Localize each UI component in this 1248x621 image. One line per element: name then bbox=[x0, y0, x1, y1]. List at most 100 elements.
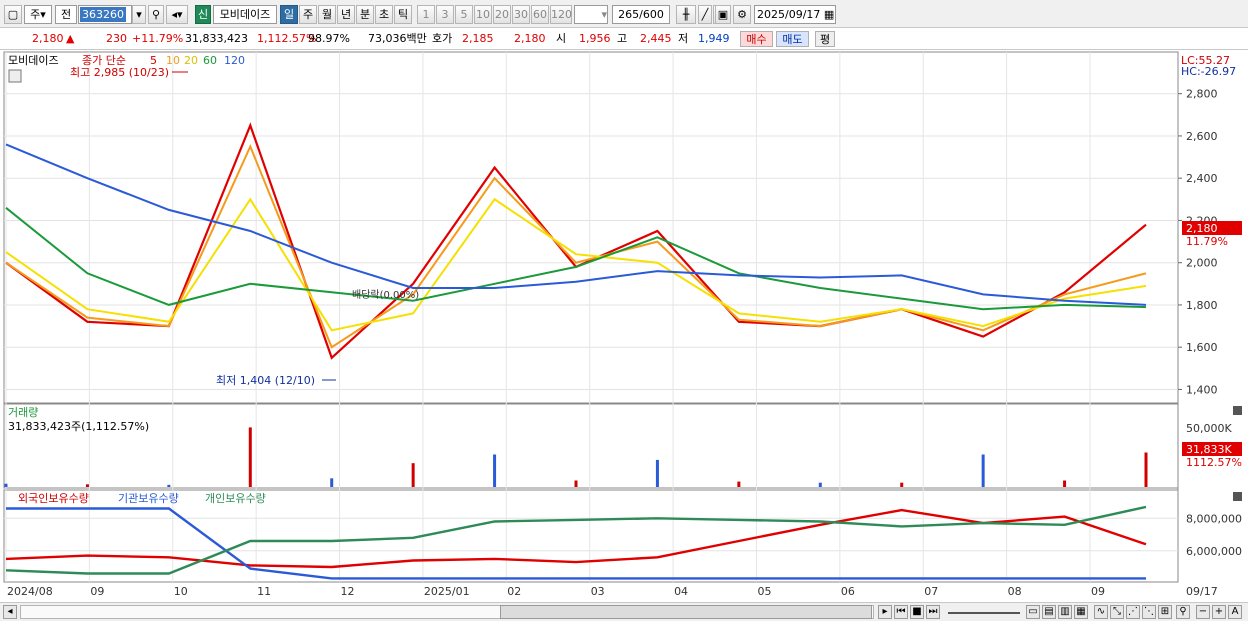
x-axis-label: 09 bbox=[90, 585, 104, 598]
search-icon[interactable]: ⚲ bbox=[148, 5, 164, 24]
trade-amount: 73,036백만 bbox=[368, 32, 427, 45]
x-axis-labels: 2024/08 09 10 11 12 2025/01 02 03 04 05 06 07 08 09 09… bbox=[7, 585, 1218, 598]
volume-info: 31,833,423주(1,112.57%) bbox=[8, 420, 149, 433]
x-axis-label: 10 bbox=[174, 585, 188, 598]
grid-toggle-icon[interactable]: ⊞ bbox=[1158, 605, 1172, 619]
price-panel-title: 모비데이즈 bbox=[8, 54, 59, 67]
interval-3-button[interactable]: 3 bbox=[436, 5, 454, 24]
table-icon[interactable] bbox=[8, 69, 22, 83]
open-price: 1,956 bbox=[579, 32, 611, 45]
low-price: 1,949 bbox=[698, 32, 730, 45]
volume-bar bbox=[900, 482, 904, 487]
draw-tool-icon[interactable]: ∿ bbox=[1094, 605, 1108, 619]
interval-120-button[interactable]: 120 bbox=[550, 5, 572, 24]
scope-select[interactable]: 전 bbox=[55, 5, 77, 24]
avg-button[interactable]: 평 bbox=[815, 31, 835, 47]
chart-svg[interactable]: 2,8002,6002,4002,2002,0001,8001,6001,400… bbox=[0, 50, 1248, 602]
layout-icon-4[interactable]: ▦ bbox=[1074, 605, 1088, 619]
zoom-icon[interactable]: ⚲ bbox=[1176, 605, 1190, 619]
low-annotation: 최저 1,404 (12/10) bbox=[216, 374, 315, 387]
fit-icon[interactable]: ⋱ bbox=[1142, 605, 1156, 619]
interval-20-button[interactable]: 20 bbox=[493, 5, 511, 24]
layout-icon-2[interactable]: ▤ bbox=[1042, 605, 1056, 619]
window-icon[interactable]: ▢ bbox=[4, 5, 22, 24]
scroll-right-icon[interactable]: ▸ bbox=[878, 605, 892, 619]
period-minute-button[interactable]: 분 bbox=[356, 5, 374, 24]
high-annotation: 최고 2,985 (10/23) bbox=[70, 66, 169, 79]
candle-icon[interactable]: ╫ bbox=[676, 5, 696, 24]
period-tick-button[interactable]: 틱 bbox=[394, 5, 412, 24]
chevron-down-icon[interactable]: ▾ bbox=[132, 5, 146, 24]
x-axis-label: 08 bbox=[1008, 585, 1022, 598]
period-second-button[interactable]: 초 bbox=[375, 5, 393, 24]
holding-legend-foreign: 외국인보유수량 bbox=[18, 492, 89, 505]
sell-button[interactable]: 매도 bbox=[776, 31, 809, 47]
stop-icon[interactable]: ■ bbox=[910, 605, 924, 619]
price-y-tick: 2,400 bbox=[1186, 172, 1218, 185]
interval-10-button[interactable]: 10 bbox=[474, 5, 492, 24]
high-label: 고 bbox=[617, 32, 628, 45]
up-triangle-icon: ▲ bbox=[66, 32, 75, 45]
interval-60-button[interactable]: 60 bbox=[531, 5, 549, 24]
x-axis-label: 04 bbox=[674, 585, 688, 598]
interval-1-button[interactable]: 1 bbox=[417, 5, 435, 24]
data-count-field[interactable]: 265/600 bbox=[612, 5, 670, 24]
volume-panel bbox=[3, 403, 1179, 489]
top-toolbar: ▢ 주▾ 전 363260 ▾ ⚲ ◂▾ 신 모비데이즈 일 주 월 년 분 초… bbox=[0, 0, 1248, 28]
scroll-left-icon[interactable]: ◂ bbox=[3, 605, 17, 619]
ma-legend-120: 120 bbox=[224, 54, 245, 67]
period-month-button[interactable]: 월 bbox=[318, 5, 336, 24]
magnet-icon[interactable]: ⋰ bbox=[1126, 605, 1140, 619]
volume-panel-close-icon[interactable] bbox=[1233, 406, 1242, 415]
price-y-tick: 1,600 bbox=[1186, 341, 1218, 354]
rewind-icon[interactable]: ⏮ bbox=[894, 605, 908, 619]
interval-custom-select[interactable]: ▾ bbox=[574, 5, 608, 24]
disk-icon[interactable]: ▣ bbox=[715, 5, 731, 24]
dividend-annotation: 배당락(0.00%) bbox=[352, 289, 419, 301]
gear-icon[interactable]: ⚙ bbox=[733, 5, 751, 24]
interval-30-button[interactable]: 30 bbox=[512, 5, 530, 24]
scroll-thumb[interactable] bbox=[500, 605, 872, 619]
stock-code-input[interactable]: 363260 bbox=[78, 5, 132, 24]
holding-panel-close-icon[interactable] bbox=[1233, 492, 1242, 501]
chart-area[interactable]: 2,800 2,600 2,400 2,200 2,000 1,800 1,600 1,400… bbox=[0, 50, 1248, 602]
play-icon[interactable]: ⏭ bbox=[926, 605, 940, 619]
interval-5-button[interactable]: 5 bbox=[455, 5, 473, 24]
last-price-label: 2,180 bbox=[1186, 222, 1218, 235]
layout-icon-3[interactable]: ▥ bbox=[1058, 605, 1072, 619]
buy-button[interactable]: 매수 bbox=[740, 31, 773, 47]
speaker-icon[interactable]: ◂▾ bbox=[166, 5, 188, 24]
holding-legend-individual: 개인보유수량 bbox=[205, 492, 266, 505]
layout-icon-1[interactable]: ▭ bbox=[1026, 605, 1040, 619]
market-label: 주 bbox=[30, 8, 41, 21]
date-field[interactable]: 2025/09/17 ▦ bbox=[754, 5, 836, 24]
zoom-out-icon[interactable]: − bbox=[1196, 605, 1210, 619]
stock-code-value: 363260 bbox=[80, 7, 126, 22]
font-size-icon[interactable]: A bbox=[1228, 605, 1242, 619]
period-week-button[interactable]: 주 bbox=[299, 5, 317, 24]
zoom-slider[interactable] bbox=[948, 605, 1020, 614]
line-tool-icon[interactable]: ╱ bbox=[698, 5, 712, 24]
x-axis-label: 03 bbox=[591, 585, 605, 598]
bottom-scroll-bar: ◂ ▸ ⏮ ■ ⏭ ▭ ▤ ▥ ▦ ∿ ⤡ ⋰ ⋱ ⊞ ⚲ − + A bbox=[0, 602, 1248, 621]
measure-icon[interactable]: ⤡ bbox=[1110, 605, 1124, 619]
current-price: 2,180 bbox=[32, 32, 64, 45]
market-select[interactable]: 주▾ bbox=[24, 5, 52, 24]
zoom-in-icon[interactable]: + bbox=[1212, 605, 1226, 619]
last-pct-label: 11.79% bbox=[1186, 235, 1228, 248]
ask-label: 호가 bbox=[432, 32, 453, 45]
price-y-tick: 1,400 bbox=[1186, 383, 1218, 396]
stock-name: 모비데이즈 bbox=[213, 5, 277, 24]
x-axis-label: 11 bbox=[257, 585, 271, 598]
period-day-button[interactable]: 일 bbox=[280, 5, 298, 24]
holding-y-tick: 6,000,000 bbox=[1186, 545, 1242, 558]
period-year-button[interactable]: 년 bbox=[337, 5, 355, 24]
volume-bar bbox=[4, 483, 8, 487]
volume-bar bbox=[737, 481, 741, 487]
volume-bar bbox=[493, 454, 497, 487]
x-axis-label: 06 bbox=[841, 585, 855, 598]
volume-bar bbox=[167, 484, 171, 487]
hc-value: HC:-26.97 bbox=[1181, 65, 1236, 78]
calendar-icon[interactable]: ▦ bbox=[824, 8, 834, 21]
y-axis-labels: 2,8002,6002,4002,2002,0001,8001,6001,400… bbox=[1178, 88, 1242, 558]
